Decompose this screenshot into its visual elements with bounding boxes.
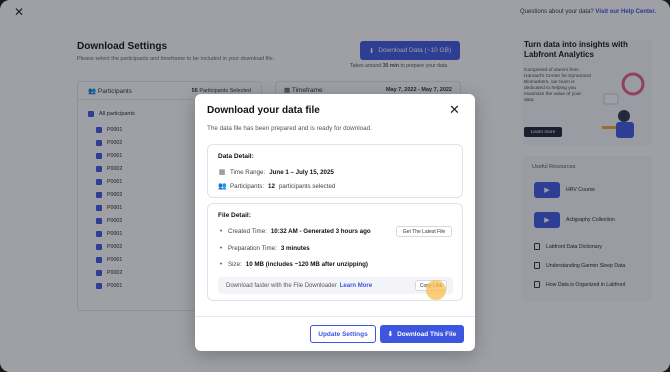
modal-divider: [195, 316, 475, 317]
calendar-icon: ▦: [218, 169, 226, 176]
participants-row: 👥 Participants: 12 participants selected: [218, 182, 336, 191]
download-icon: ⬇: [387, 331, 394, 338]
modal-title: Download your data file: [207, 105, 320, 116]
data-detail-heading: Data Detail:: [218, 153, 254, 160]
download-modal: Download your data file ✕ The data file …: [195, 94, 475, 351]
modal-subtitle: The data file has been prepared and is r…: [207, 125, 372, 132]
update-settings-button[interactable]: Update Settings: [310, 325, 376, 343]
app-frame: ✕ Questions about your data? Visit our H…: [0, 0, 670, 372]
learn-more-link[interactable]: Learn More: [340, 283, 372, 289]
users-icon: 👥: [218, 183, 227, 190]
file-downloader-banner: Download faster with the File Downloader…: [218, 277, 453, 294]
prep-time-row: • Preparation Time: 3 minutes: [219, 245, 310, 252]
cursor-highlight: [426, 280, 446, 300]
size-row: • Size: 10 MB (includes ~120 MB after un…: [219, 261, 368, 268]
bullet-icon: •: [219, 245, 223, 252]
get-latest-file-button[interactable]: Get The Latest File: [396, 226, 452, 237]
file-detail-box: File Detail: • Created Time: 10:32 AM - …: [207, 203, 463, 301]
file-detail-heading: File Detail:: [218, 212, 251, 219]
data-detail-box: Data Detail: ▦ Time Range: June 1 – July…: [207, 144, 463, 198]
close-icon[interactable]: ✕: [449, 103, 460, 116]
bullet-icon: •: [219, 228, 223, 235]
download-file-button[interactable]: ⬇ Download This File: [380, 325, 464, 343]
time-range-row: ▦ Time Range: June 1 – July 15, 2025: [218, 168, 334, 177]
bullet-icon: •: [219, 261, 223, 268]
created-time-row: • Created Time: 10:32 AM - Generated 3 h…: [219, 228, 371, 235]
